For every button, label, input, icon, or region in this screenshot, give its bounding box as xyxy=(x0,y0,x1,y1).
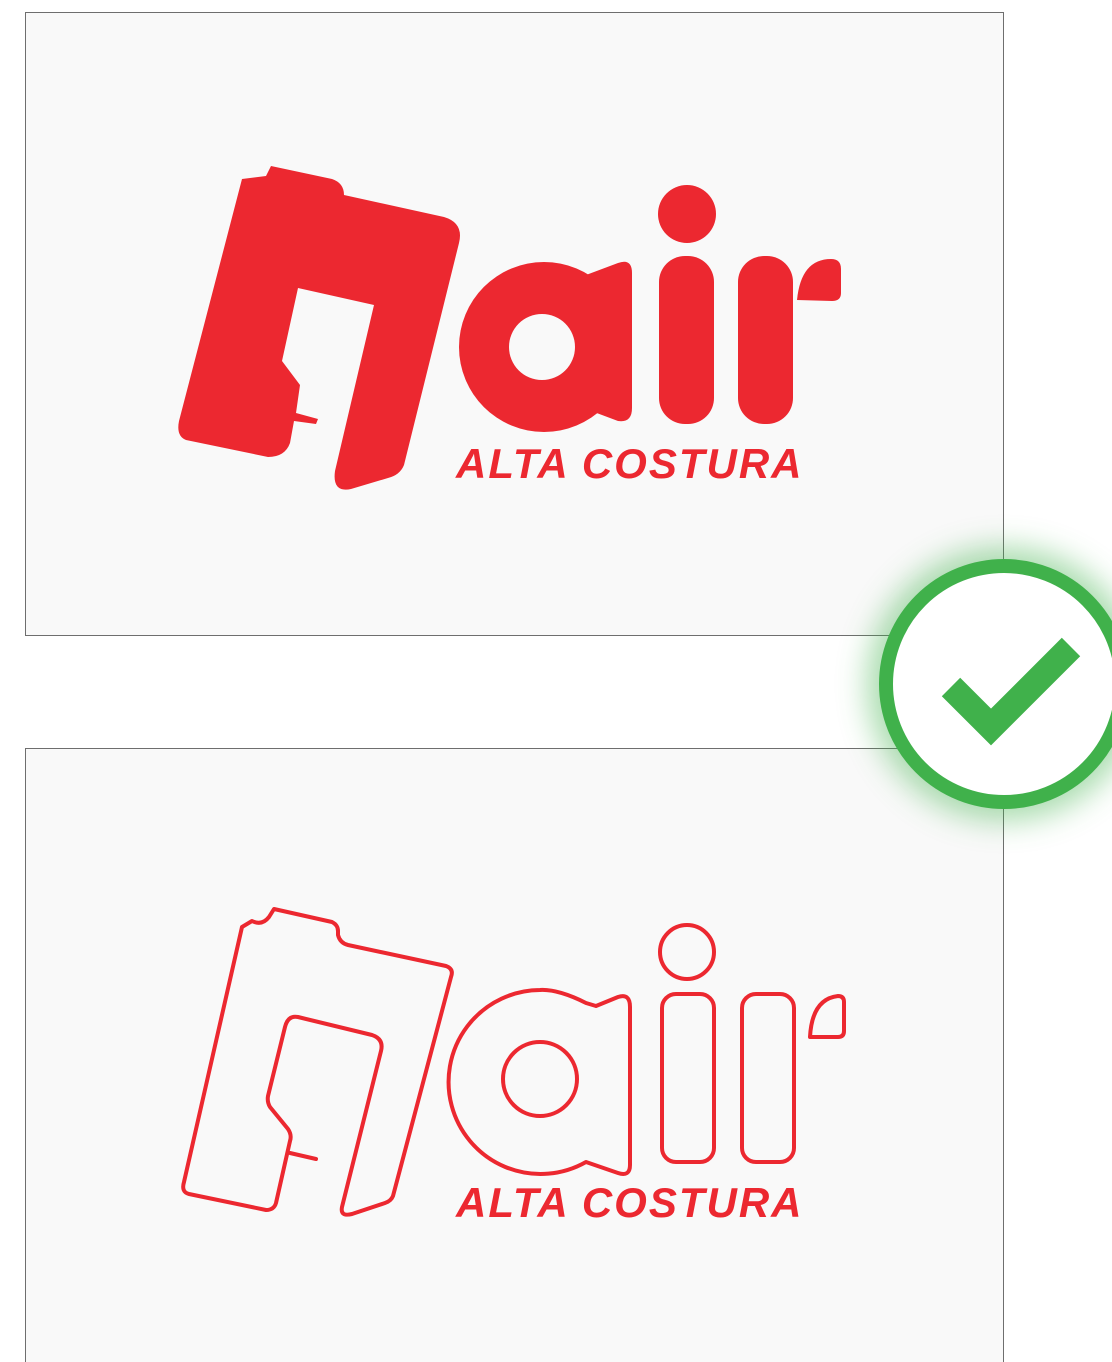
letter-r-stem xyxy=(738,256,793,424)
letter-i-dot xyxy=(658,923,716,981)
checkmark-icon xyxy=(941,637,1081,746)
machine-shape xyxy=(181,907,454,1217)
letter-r-stem xyxy=(740,992,796,1164)
nair-logo-outline xyxy=(181,907,846,1217)
logo-tagline: ALTA COSTURA xyxy=(456,1179,804,1226)
letter-i-stem xyxy=(660,992,716,1164)
letter-a-outline xyxy=(446,987,632,1176)
letter-r-shoulder xyxy=(797,259,841,301)
machine-needle xyxy=(288,1151,318,1161)
approved-badge xyxy=(879,559,1112,809)
letter-i-stem xyxy=(659,256,714,424)
letter-a-stem xyxy=(586,261,632,422)
letter-a-counter xyxy=(501,1040,579,1118)
logo-panel-solid: ALTA COSTURA xyxy=(25,12,1004,636)
logo-tagline: ALTA COSTURA xyxy=(456,440,804,487)
letter-i-dot xyxy=(658,185,716,243)
letter-r-shoulder xyxy=(808,994,846,1039)
logo-usage-page: ALTA COSTURA ALTA COSTURA xyxy=(0,0,1112,1362)
nair-logo-solid xyxy=(178,166,841,490)
logo-panel-outline: ALTA COSTURA xyxy=(25,748,1004,1362)
